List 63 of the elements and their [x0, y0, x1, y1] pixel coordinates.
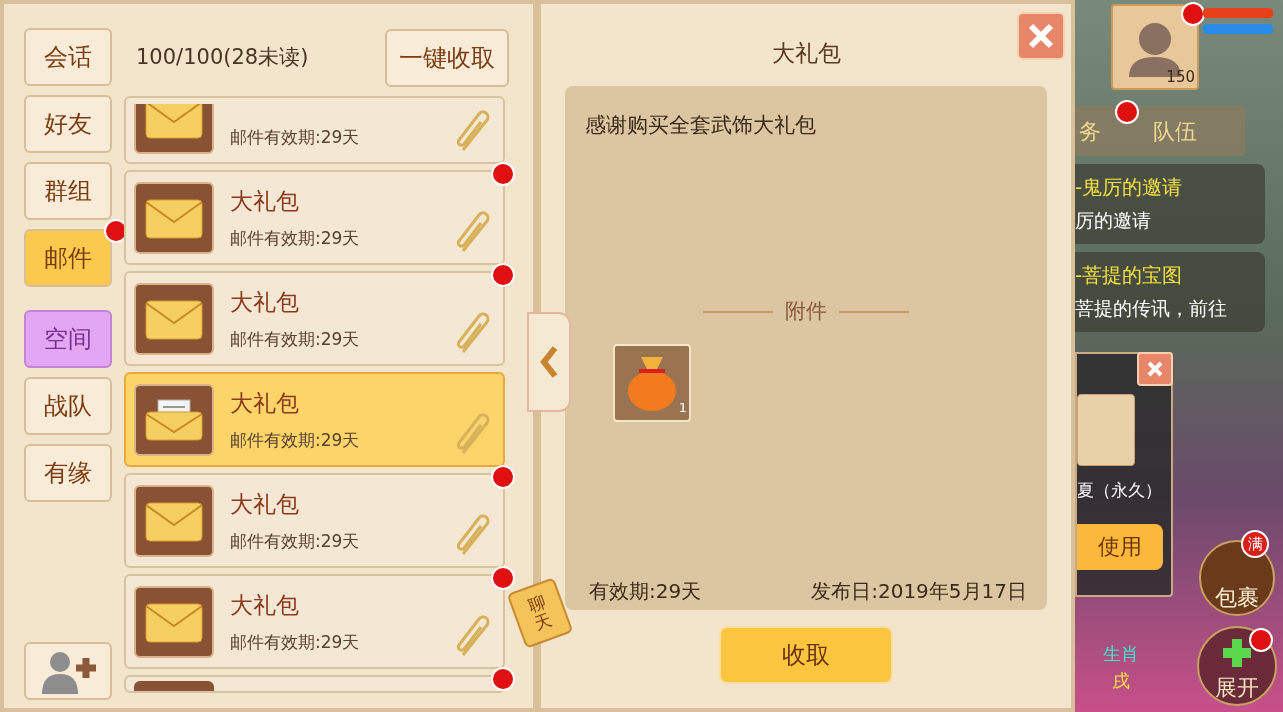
envelope-icon	[134, 585, 214, 658]
chevron-left-icon	[540, 345, 558, 379]
expand-button[interactable]: 展开	[1197, 626, 1277, 706]
collapse-tab[interactable]	[527, 312, 571, 412]
publish-date: 发布日:2019年5月17日	[811, 578, 1027, 605]
mail-validity: 邮件有效期:29天	[230, 125, 361, 149]
mail-validity: 邮件有效期:29天	[230, 530, 361, 553]
envelope-icon	[134, 181, 214, 254]
collect-button[interactable]: 收取	[719, 626, 893, 684]
envelope-icon	[134, 484, 214, 557]
bag-full-badge: 满	[1241, 530, 1269, 558]
quest-title: -鬼厉的邀请	[1075, 174, 1184, 201]
mail-item[interactable]: 邮件有效期:29天	[124, 96, 505, 164]
sidebar-tab[interactable]: 好友	[24, 95, 112, 153]
mail-validity: 邮件有效期:29天	[230, 631, 361, 654]
mail-item[interactable]: 大礼包 邮件有效期:29天	[124, 170, 505, 265]
add-friend-button[interactable]	[24, 642, 112, 700]
quest-title: -菩提的宝图	[1075, 262, 1184, 289]
message-text: 感谢购买全套武饰大礼包	[585, 112, 817, 139]
mail-count: 100/100(28未读)	[136, 44, 309, 72]
envelope-icon	[134, 282, 214, 355]
health-bar	[1203, 8, 1273, 18]
attachment-slot[interactable]: 1	[613, 343, 691, 422]
mail-item[interactable]: 大礼包 邮件有效期:29天	[124, 271, 505, 366]
sidebar-tab[interactable]: 空间	[24, 310, 112, 368]
reward-item-slot	[1077, 394, 1135, 466]
close-icon	[1027, 22, 1055, 50]
close-icon	[1146, 360, 1164, 378]
attachments-label: 附件	[785, 298, 827, 325]
sidebar-tab[interactable]: 有缘	[24, 444, 112, 502]
mail-item[interactable]: 大礼包 邮件有效期:29天	[124, 574, 505, 669]
mail-title: 大礼包	[230, 590, 300, 620]
mail-validity: 邮件有效期:29天	[230, 227, 361, 250]
mail-title: 大礼包	[230, 489, 300, 519]
detail-title: 大礼包	[771, 39, 841, 68]
sidebar-tab[interactable]: 战队	[24, 377, 112, 435]
mail-title: 大礼包	[230, 186, 300, 216]
zodiac-value: 戌	[1112, 669, 1130, 693]
use-button[interactable]: 使用	[1077, 523, 1163, 570]
mail-validity: 邮件有效期:29天	[230, 429, 361, 452]
quest-card[interactable]: -菩提的宝图 菩提的传讯，前往	[1075, 252, 1265, 332]
quest-description: 菩提的传讯，前往	[1075, 296, 1228, 321]
quest-description: 厉的邀请	[1075, 208, 1152, 233]
popup-close-button[interactable]	[1137, 352, 1173, 386]
sidebar-tab[interactable]: 会话	[24, 28, 112, 86]
sidebar-tab[interactable]: 群组	[24, 162, 112, 220]
mail-title: 大礼包	[230, 388, 300, 418]
validity-text: 有效期:29天	[589, 578, 702, 605]
close-button[interactable]	[1017, 12, 1065, 60]
mail-validity: 邮件有效期:29天	[230, 328, 361, 351]
open-envelope-icon	[134, 383, 214, 456]
reward-name: 夏（永久）	[1077, 479, 1163, 502]
quest-card[interactable]: -鬼厉的邀请 厉的邀请	[1075, 164, 1265, 244]
mail-item[interactable]: 大礼包 邮件有效期:29天	[124, 473, 505, 568]
sidebar-tab[interactable]: 邮件	[24, 229, 112, 287]
collect-all-button[interactable]: 一键收取	[385, 29, 509, 87]
mana-bar	[1203, 24, 1273, 34]
mail-item[interactable]: 大礼包 邮件有效期:29天	[124, 372, 505, 467]
mail-title: 大礼包	[230, 287, 300, 317]
zodiac-label: 生肖	[1103, 642, 1139, 666]
player-level: 150	[1166, 66, 1195, 88]
mail-item[interactable]	[124, 675, 505, 693]
item-count: 1	[678, 399, 687, 417]
